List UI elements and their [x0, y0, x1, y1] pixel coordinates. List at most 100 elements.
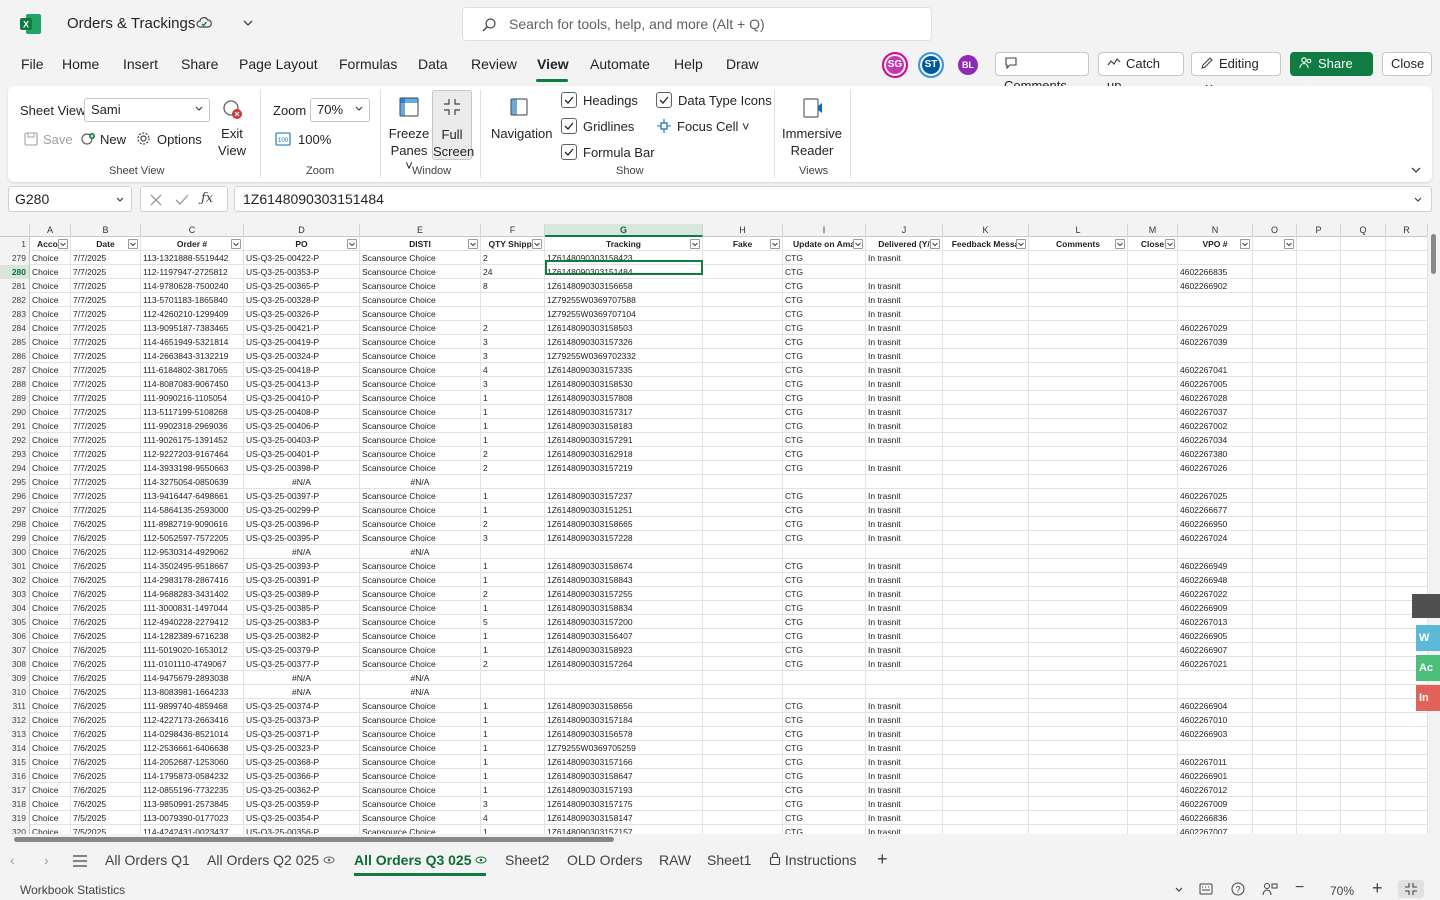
- cell-g[interactable]: 1Z6148090303157291: [545, 433, 703, 447]
- cell-c[interactable]: 111-9899740-4859468: [141, 699, 244, 713]
- column-header-a[interactable]: A: [30, 224, 71, 237]
- cell-l[interactable]: [1029, 363, 1128, 377]
- sheet-tab-all-orders-q3[interactable]: All Orders Q3 025: [354, 852, 487, 868]
- cell-m[interactable]: [1128, 531, 1178, 545]
- cell-e[interactable]: Scansource Choice: [360, 755, 481, 769]
- cell-j[interactable]: [866, 475, 943, 489]
- cell-h[interactable]: [703, 601, 783, 615]
- cell-l[interactable]: [1029, 769, 1128, 783]
- cell-h[interactable]: [703, 573, 783, 587]
- cell-a[interactable]: Choice: [30, 503, 71, 517]
- cell-n[interactable]: 4602267022: [1178, 587, 1253, 601]
- column-header-i[interactable]: I: [783, 224, 866, 237]
- cell-j[interactable]: In trasnit: [866, 699, 943, 713]
- filter-dropdown-icon[interactable]: [468, 239, 478, 249]
- cell-g[interactable]: [545, 685, 703, 699]
- cell-p[interactable]: [1297, 769, 1341, 783]
- row-header[interactable]: 319: [0, 811, 30, 825]
- cell-h[interactable]: [703, 321, 783, 335]
- cell-m[interactable]: [1128, 559, 1178, 573]
- cell-e[interactable]: #N/A: [360, 685, 481, 699]
- cell-h[interactable]: [703, 279, 783, 293]
- cell-e[interactable]: Scansource Choice: [360, 503, 481, 517]
- cell-k[interactable]: [943, 433, 1029, 447]
- cell-e[interactable]: Scansource Choice: [360, 615, 481, 629]
- cell-a[interactable]: Choice: [30, 615, 71, 629]
- cell-r[interactable]: [1386, 545, 1428, 559]
- cell-l[interactable]: [1029, 307, 1128, 321]
- cell-c[interactable]: 112-9227203-9167464: [141, 447, 244, 461]
- cell-c[interactable]: 114-3502495-9518667: [141, 559, 244, 573]
- cell-c[interactable]: 114-5864135-2593000: [141, 503, 244, 517]
- row-header[interactable]: 279: [0, 251, 30, 265]
- cell-q[interactable]: [1341, 601, 1386, 615]
- keyboard-icon[interactable]: [1199, 883, 1213, 895]
- cell-k[interactable]: [943, 503, 1029, 517]
- cell-o[interactable]: [1253, 391, 1297, 405]
- cell-o[interactable]: [1253, 825, 1297, 834]
- cell-n[interactable]: 4602266901: [1178, 769, 1253, 783]
- cell-q[interactable]: [1341, 377, 1386, 391]
- add-sheet-icon[interactable]: +: [877, 849, 888, 870]
- cell-h[interactable]: [703, 293, 783, 307]
- cell-o[interactable]: [1253, 727, 1297, 741]
- row-header[interactable]: 314: [0, 741, 30, 755]
- cell-f[interactable]: 2: [481, 251, 545, 265]
- cell-p[interactable]: [1297, 293, 1341, 307]
- cell-k[interactable]: [943, 279, 1029, 293]
- cell-g[interactable]: 1Z6148090303157175: [545, 797, 703, 811]
- sheet-tab-all-orders-q1[interactable]: All Orders Q1: [105, 852, 190, 868]
- cell-r[interactable]: [1386, 741, 1428, 755]
- cell-o[interactable]: [1253, 475, 1297, 489]
- column-header-j[interactable]: J: [866, 224, 943, 237]
- cell-n[interactable]: 4602267039: [1178, 335, 1253, 349]
- cell-i[interactable]: CTG: [783, 461, 866, 475]
- cell-i[interactable]: CTG: [783, 503, 866, 517]
- cell-k[interactable]: [943, 587, 1029, 601]
- cell-f[interactable]: 1: [481, 741, 545, 755]
- cell-p[interactable]: [1297, 335, 1341, 349]
- cell-l[interactable]: [1029, 797, 1128, 811]
- cell-d[interactable]: US-Q3-25-00371-P: [244, 727, 360, 741]
- filter-dropdown-icon[interactable]: [1240, 239, 1250, 249]
- cell-o[interactable]: [1253, 629, 1297, 643]
- cell-r[interactable]: [1386, 433, 1428, 447]
- cell-a[interactable]: Choice: [30, 671, 71, 685]
- cell-f[interactable]: 1: [481, 405, 545, 419]
- cell-p[interactable]: [1297, 825, 1341, 834]
- cell-n[interactable]: [1178, 475, 1253, 489]
- cell-i[interactable]: CTG: [783, 405, 866, 419]
- cell-d[interactable]: US-Q3-25-00410-P: [244, 391, 360, 405]
- filter-dropdown-icon[interactable]: [532, 239, 542, 249]
- cell-e[interactable]: Scansource Choice: [360, 307, 481, 321]
- search-input[interactable]: [507, 14, 917, 34]
- cell-f[interactable]: [481, 475, 545, 489]
- cell-m[interactable]: [1128, 461, 1178, 475]
- cell-k[interactable]: [943, 825, 1029, 834]
- cell-q[interactable]: [1341, 531, 1386, 545]
- cell-j[interactable]: [866, 685, 943, 699]
- cell-g[interactable]: [545, 671, 703, 685]
- cell-b[interactable]: 7/6/2025: [71, 769, 141, 783]
- cell-o[interactable]: [1253, 349, 1297, 363]
- new-view-button[interactable]: New: [100, 132, 126, 147]
- column-header-p[interactable]: P: [1297, 224, 1341, 237]
- cell-m[interactable]: [1128, 545, 1178, 559]
- cell-n[interactable]: 4602266902: [1178, 279, 1253, 293]
- cell-n[interactable]: 4602267009: [1178, 797, 1253, 811]
- cell-n[interactable]: 4602266950: [1178, 517, 1253, 531]
- cell-p[interactable]: [1297, 685, 1341, 699]
- cell-m[interactable]: [1128, 713, 1178, 727]
- cell-m[interactable]: [1128, 279, 1178, 293]
- cell-m[interactable]: [1128, 251, 1178, 265]
- cell-q[interactable]: [1341, 433, 1386, 447]
- cell-j[interactable]: In trasnit: [866, 405, 943, 419]
- cell-q[interactable]: [1341, 825, 1386, 834]
- cell-d[interactable]: US-Q3-25-00396-P: [244, 517, 360, 531]
- filter-dropdown-icon[interactable]: [770, 239, 780, 249]
- cell-e[interactable]: Scansource Choice: [360, 335, 481, 349]
- cell-m[interactable]: [1128, 293, 1178, 307]
- cell-m[interactable]: [1128, 391, 1178, 405]
- cell-r[interactable]: [1386, 755, 1428, 769]
- cell-l[interactable]: [1029, 405, 1128, 419]
